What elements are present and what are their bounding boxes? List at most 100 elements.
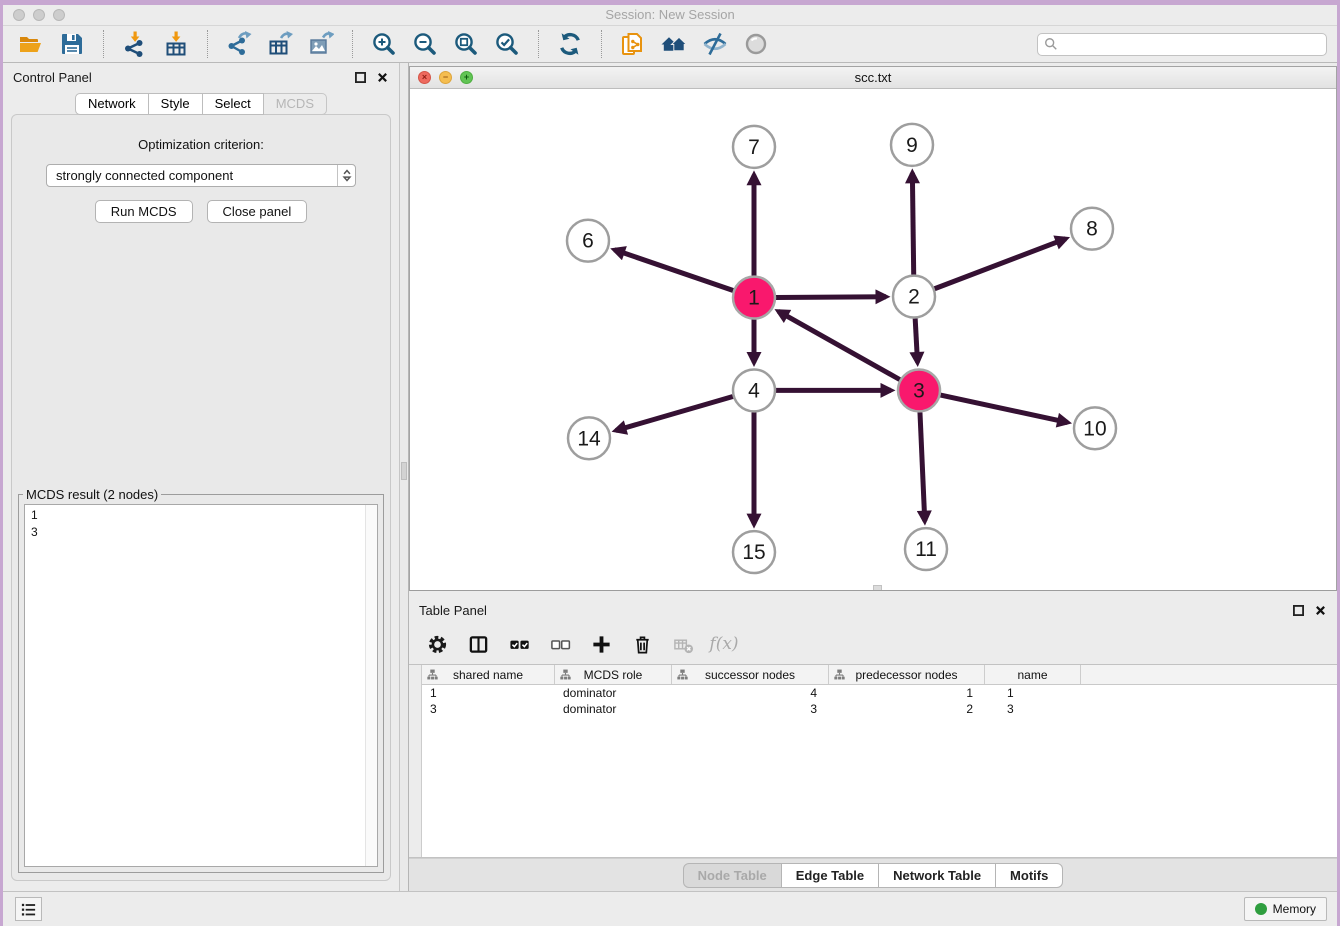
tab-motifs[interactable]: Motifs (996, 863, 1063, 888)
home-button[interactable] (658, 29, 690, 59)
column-header-predecessor-nodes[interactable]: predecessor nodes (829, 665, 985, 684)
control-panel-close-button[interactable] (375, 70, 389, 84)
edge-2-8[interactable] (935, 239, 1066, 289)
divider-grip[interactable] (401, 462, 407, 480)
unselect-all-columns-button[interactable] (548, 632, 572, 656)
zoom-selected-button[interactable] (491, 29, 523, 59)
node-2[interactable]: 2 (893, 276, 935, 318)
network-graph[interactable]: 7 9 6 8 1 2 4 3 14 10 15 11 (410, 89, 1336, 590)
refresh-icon (557, 31, 583, 57)
tab-mcds[interactable]: MCDS (264, 93, 327, 115)
edge-3-11[interactable] (920, 412, 925, 521)
show-columns-icon (468, 634, 489, 655)
memory-button[interactable]: Memory (1244, 897, 1327, 921)
float-icon (355, 72, 366, 83)
export-image-button[interactable] (305, 29, 337, 59)
import-table-button[interactable] (160, 29, 192, 59)
hide-panels-button[interactable] (699, 29, 731, 59)
column-header-successor-nodes[interactable]: successor nodes (672, 665, 829, 684)
table-row[interactable]: 1dominator411 (422, 685, 1337, 701)
import-network-button[interactable] (119, 29, 151, 59)
table-header-row: shared nameMCDS rolesuccessor nodesprede… (422, 665, 1337, 685)
show-panels-button[interactable] (740, 29, 772, 59)
table-cell-name: 3 (985, 701, 1081, 717)
zoom-in-button[interactable] (368, 29, 400, 59)
tab-node-table[interactable]: Node Table (683, 863, 782, 888)
mcds-result-area[interactable]: 1 3 (24, 504, 378, 867)
table-panel-title: Table Panel (419, 603, 487, 618)
toolbar-separator (601, 30, 602, 58)
tab-network-table[interactable]: Network Table (879, 863, 996, 888)
add-column-icon (591, 634, 612, 655)
task-history-button[interactable] (15, 897, 42, 921)
zoom-fit-button[interactable] (450, 29, 482, 59)
result-scrollbar[interactable] (365, 505, 377, 866)
save-session-icon (59, 31, 85, 57)
delete-table-button (671, 632, 695, 656)
network-close-button[interactable]: × (418, 71, 431, 84)
table-row-header-strip (409, 665, 422, 857)
network-canvas[interactable]: 7 9 6 8 1 2 4 3 14 10 15 11 (410, 89, 1336, 590)
table-row[interactable]: 3dominator323 (422, 701, 1337, 717)
table-panel-close-button[interactable] (1313, 603, 1327, 617)
optimization-criterion-select[interactable]: strongly connected component (46, 164, 356, 187)
edge-1-2[interactable] (776, 297, 886, 298)
export-table-button[interactable] (264, 29, 296, 59)
open-session-button[interactable] (15, 29, 47, 59)
control-panel-float-button[interactable] (353, 70, 367, 84)
table-panel-float-button[interactable] (1291, 603, 1305, 617)
node-6[interactable]: 6 (567, 220, 609, 262)
node-10[interactable]: 10 (1074, 407, 1116, 449)
table-panel-header: Table Panel (409, 596, 1337, 624)
edge-2-9[interactable] (912, 173, 913, 275)
panel-split-divider[interactable] (399, 63, 409, 891)
save-session-button[interactable] (56, 29, 88, 59)
run-mcds-button[interactable]: Run MCDS (95, 200, 193, 223)
search-icon (1044, 37, 1058, 51)
node-label: 8 (1086, 218, 1098, 241)
node-3[interactable]: 3 (898, 369, 940, 411)
tab-style[interactable]: Style (149, 93, 203, 115)
node-14[interactable]: 14 (568, 417, 610, 459)
column-header-name[interactable]: name (985, 665, 1081, 684)
node-7[interactable]: 7 (733, 126, 775, 168)
edge-2-3[interactable] (915, 319, 917, 363)
tab-edge-table[interactable]: Edge Table (782, 863, 879, 888)
node-label: 3 (913, 379, 925, 402)
node-1[interactable]: 1 (733, 277, 775, 319)
export-network-button[interactable] (223, 29, 255, 59)
refresh-button[interactable] (554, 29, 586, 59)
window-close-button[interactable] (13, 9, 25, 21)
edge-4-14[interactable] (616, 397, 733, 431)
search-box[interactable] (1037, 33, 1327, 56)
edge-3-10[interactable] (941, 395, 1068, 422)
window-minimize-button[interactable] (33, 9, 45, 21)
canvas-resize-grip[interactable] (873, 585, 882, 590)
search-input[interactable] (1062, 37, 1320, 51)
delete-column-button[interactable] (630, 632, 654, 656)
close-panel-button[interactable]: Close panel (207, 200, 308, 223)
node-11[interactable]: 11 (905, 528, 947, 570)
column-header-shared-name[interactable]: shared name (422, 665, 555, 684)
add-column-button[interactable] (589, 632, 613, 656)
clone-network-button[interactable] (617, 29, 649, 59)
select-all-columns-icon (509, 634, 530, 655)
node-4[interactable]: 4 (733, 369, 775, 411)
window-zoom-button[interactable] (53, 9, 65, 21)
table-options-button[interactable] (425, 632, 449, 656)
edge-1-6[interactable] (614, 250, 733, 291)
network-zoom-button[interactable]: + (460, 71, 473, 84)
select-all-columns-button[interactable] (507, 632, 531, 656)
column-header-mcds-role[interactable]: MCDS role (555, 665, 672, 684)
node-8[interactable]: 8 (1071, 208, 1113, 250)
edge-3-1[interactable] (778, 311, 899, 379)
zoom-out-button[interactable] (409, 29, 441, 59)
tab-select[interactable]: Select (203, 93, 264, 115)
network-minimize-button[interactable]: − (439, 71, 452, 84)
show-columns-button[interactable] (466, 632, 490, 656)
node-9[interactable]: 9 (891, 124, 933, 166)
tab-network[interactable]: Network (75, 93, 149, 115)
app-titlebar: Session: New Session (3, 5, 1337, 26)
mcds-result-title: MCDS result (2 nodes) (23, 487, 161, 502)
node-15[interactable]: 15 (733, 531, 775, 573)
